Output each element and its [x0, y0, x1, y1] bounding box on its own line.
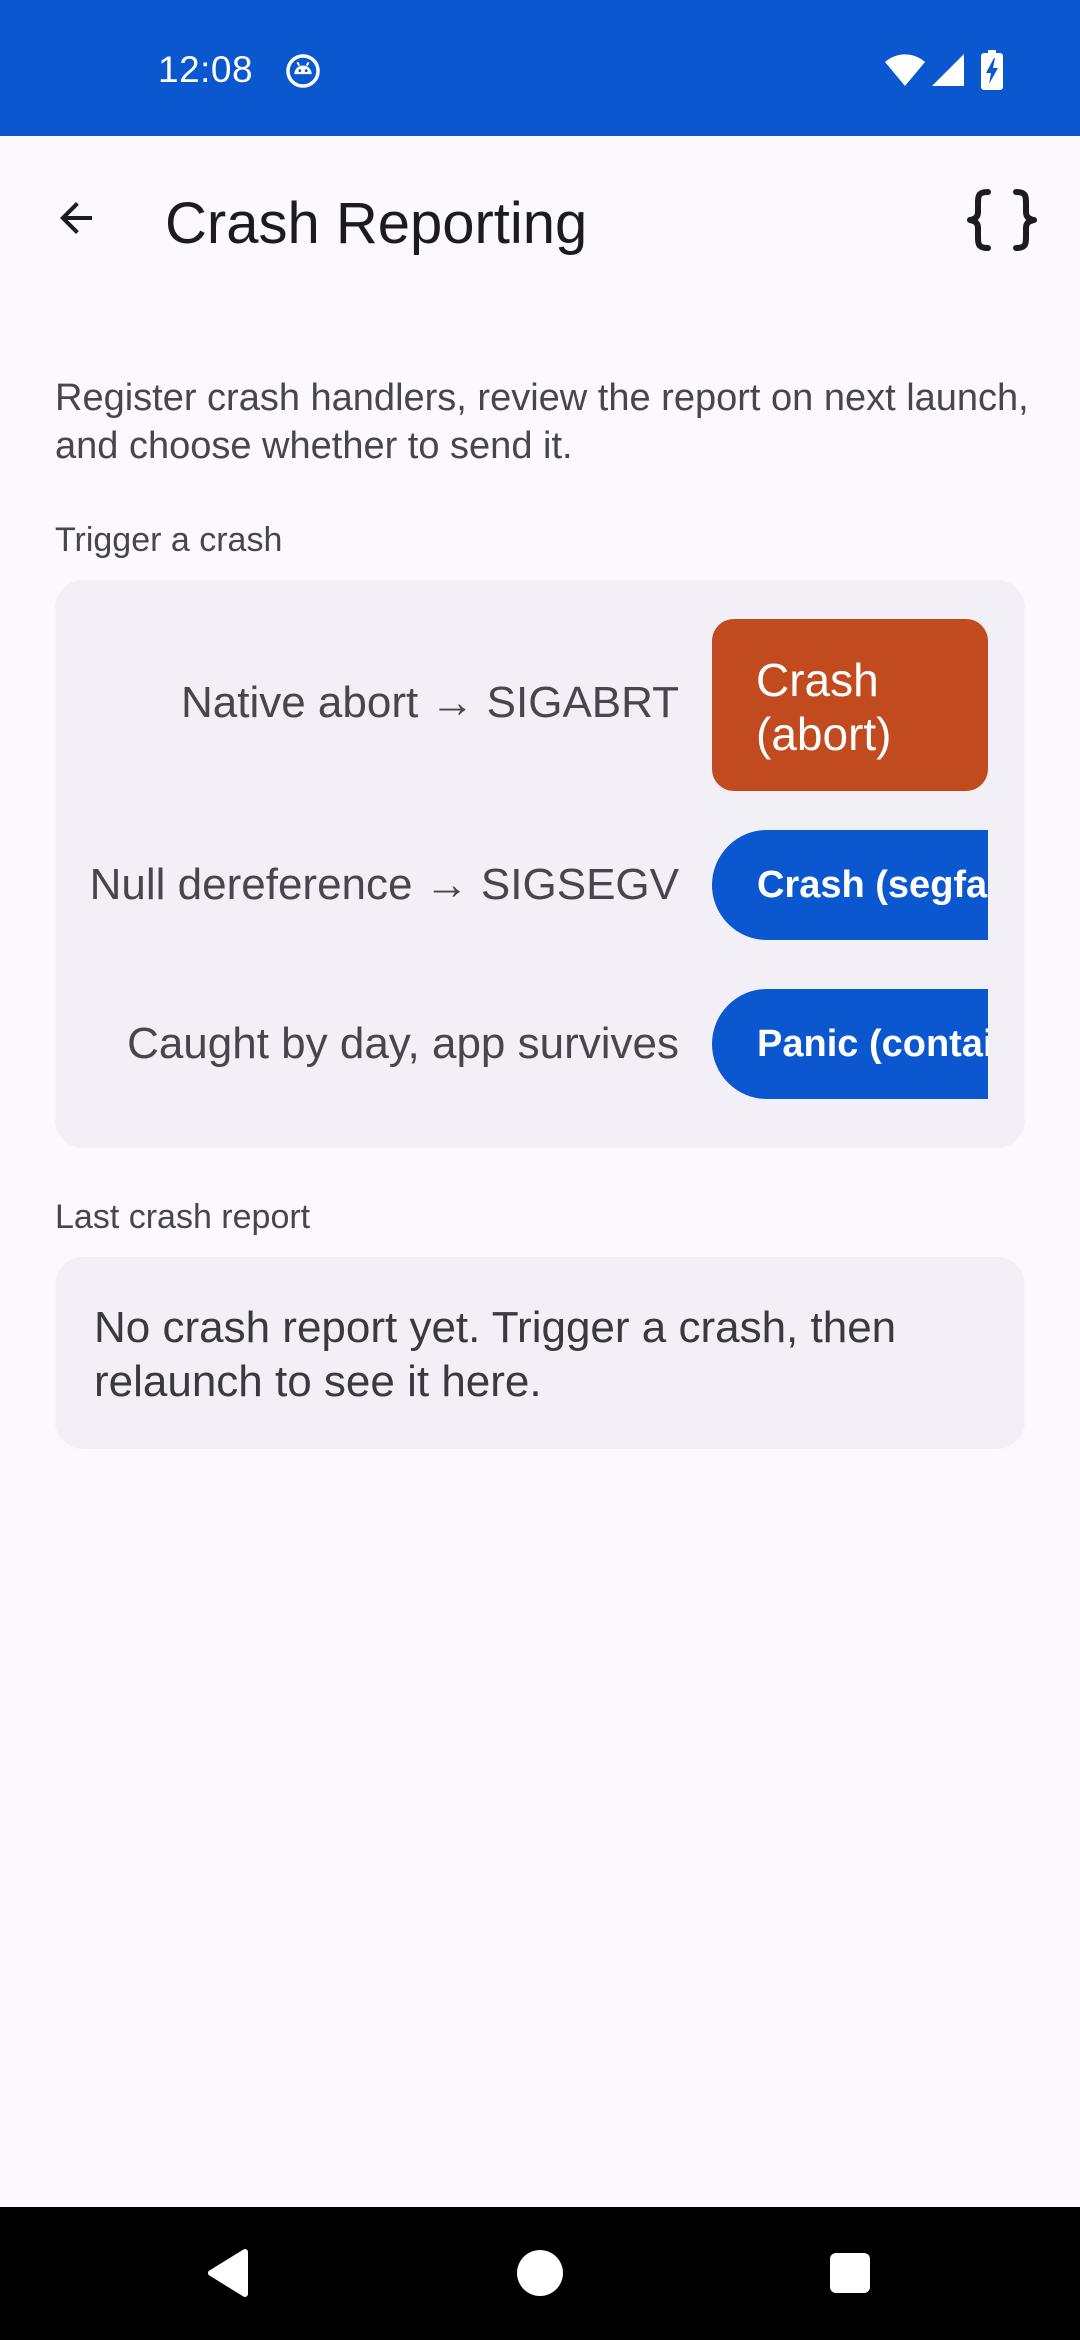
crash-row-label: Caught by day, app survives: [127, 1019, 679, 1068]
crash-row-label: Null dereference → SIGSEGV: [89, 860, 679, 909]
crash-row-abort: Native abort → SIGABRT Crash (abort): [55, 619, 1025, 791]
curly-braces-icon: [967, 189, 1037, 251]
crash-report-card: No crash report yet. Trigger a crash, th…: [55, 1257, 1025, 1449]
arrow-back-icon: [60, 202, 92, 234]
crash-abort-button[interactable]: Crash (abort): [712, 619, 988, 791]
crash-row-label: Native abort → SIGABRT: [180, 678, 679, 727]
top-app-bar: Crash Reporting: [0, 136, 1080, 316]
nav-home-button[interactable]: [504, 2237, 576, 2309]
trigger-section-label: Trigger a crash: [55, 521, 283, 559]
page-title: Crash Reporting: [165, 191, 588, 256]
panic-contained-button[interactable]: Panic (contai: [712, 989, 988, 1099]
crash-row-panic: Caught by day, app survives Panic (conta…: [55, 989, 1025, 1099]
view-json-button[interactable]: [960, 184, 1044, 256]
wifi-icon: [885, 54, 925, 86]
report-section-label: Last crash report: [55, 1198, 311, 1236]
nav-recents-button[interactable]: [814, 2237, 886, 2309]
android-debug-icon: [286, 54, 320, 88]
crash-row-segfault: Null dereference → SIGSEGV Crash (segfau: [55, 830, 1025, 940]
back-triangle-icon: [208, 2249, 248, 2297]
home-circle-icon: [517, 2250, 563, 2296]
system-navigation-bar: [0, 2207, 1080, 2340]
status-time: 12:08: [158, 49, 254, 90]
recents-square-icon: [830, 2253, 870, 2293]
nav-back-button[interactable]: [192, 2237, 264, 2309]
crash-segfault-button[interactable]: Crash (segfau: [712, 830, 988, 940]
battery-charging-icon: [981, 50, 1003, 90]
signal-icon: [932, 54, 964, 86]
back-button[interactable]: [44, 186, 108, 250]
crash-report-empty-text: No crash report yet. Trigger a crash, th…: [94, 1303, 897, 1406]
intro-description: Register crash handlers, review the repo…: [55, 377, 1029, 467]
status-bar: 12:08: [0, 0, 1080, 136]
trigger-crash-card: Native abort → SIGABRT Crash (abort) Nul…: [55, 580, 1025, 1148]
